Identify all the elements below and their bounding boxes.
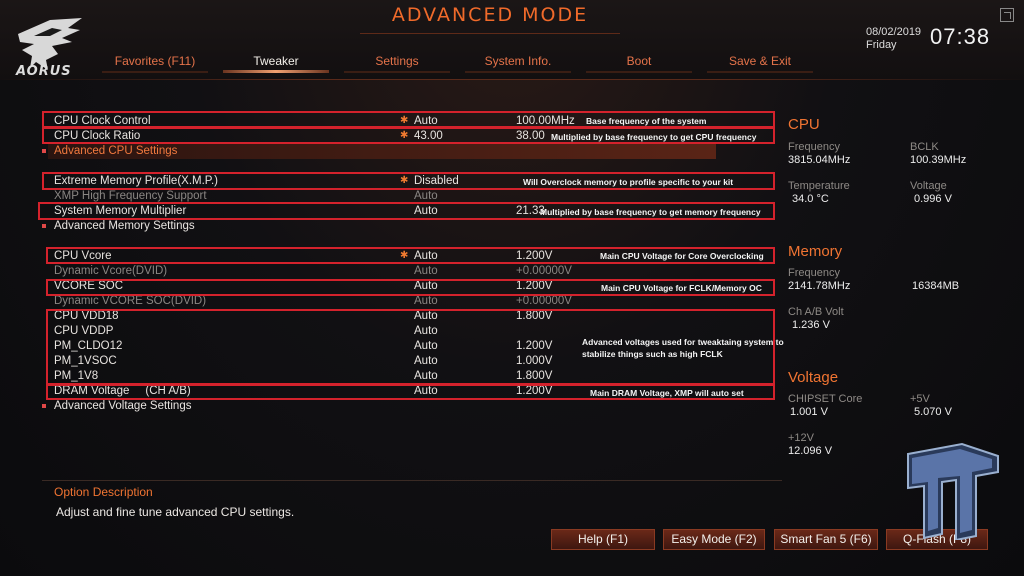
tweaktown-watermark-logo-icon [907,442,999,540]
submenu-advanced-voltage-settings[interactable]: Advanced Voltage Settings [40,399,780,414]
cpu-section-title: CPU [788,116,820,133]
submenu-label: Advanced CPU Settings [54,145,178,157]
smart-fan-button[interactable]: Smart Fan 5 (F6) [774,529,878,550]
mode-title: ADVANCED MODE [391,4,589,26]
setting-current: +0.00000V [516,265,572,277]
easy-mode-button[interactable]: Easy Mode (F2) [663,529,765,550]
exit-fullscreen-icon[interactable] [1000,8,1014,22]
annotation-note: Main CPU Voltage for Core Overclocking [600,251,764,261]
memory-frequency-value: 2141.78MHz [788,280,851,292]
chipset-core-label: CHIPSET Core [788,393,863,405]
tab-save-exit[interactable]: Save & Exit [705,52,815,74]
setting-row-dynamic-vcore-soc: Dynamic VCORE SOC(DVID) Auto +0.00000V [40,294,780,309]
tab-favorites[interactable]: Favorites (F11) [100,52,210,74]
submenu-advanced-cpu-settings[interactable]: Advanced CPU Settings [40,144,780,159]
p12v-value: 12.096 V [788,445,833,457]
bclk-value: 100.39MHz [910,154,967,166]
cpu-frequency-label: Frequency [788,141,840,153]
setting-current: +0.00000V [516,295,572,307]
p12v-label: +12V [788,432,814,444]
annotation-note: Advanced voltages used for tweaktaing sy… [582,337,784,347]
setting-value: Auto [414,295,438,307]
bclk-label: BCLK [910,141,939,153]
help-button[interactable]: Help (F1) [551,529,655,550]
submenu-label: Advanced Memory Settings [54,220,195,232]
annotation-note: stabilize things such as high FCLK [582,349,723,359]
cpu-voltage-value: 0.996 V [914,193,952,205]
memory-ch-volt-value: 1.236 V [792,319,830,331]
annotation-note: Base frequency of the system [586,116,707,126]
p5v-value: 5.070 V [914,406,952,418]
memory-ch-volt-label: Ch A/B Volt [788,306,844,318]
annotation-note: Multiplied by base frequency to get CPU … [551,132,757,142]
option-description-title: Option Description [54,485,153,499]
annotation-note: Will Overclock memory to profile specifi… [523,177,734,187]
p5v-label: +5V [910,393,930,405]
memory-frequency-label: Frequency [788,267,840,279]
bullet-icon [42,149,46,153]
option-description-text: Adjust and fine tune advanced CPU settin… [56,505,295,519]
tab-bar: Favorites (F11) Tweaker Settings System … [100,52,820,74]
submenu-advanced-memory-settings[interactable]: Advanced Memory Settings [40,219,780,234]
annotation-note: Multiplied by base frequency to get memo… [540,207,761,217]
annotation-note: Main DRAM Voltage, XMP will auto set [590,388,744,398]
tab-system-info[interactable]: System Info. [463,52,573,74]
date-text: 08/02/2019 [866,26,922,38]
memory-size-value: 16384MB [912,280,960,292]
bullet-icon [42,224,46,228]
tab-settings[interactable]: Settings [342,52,452,74]
tab-tweaker[interactable]: Tweaker [221,52,331,74]
bullet-icon [42,404,46,408]
cpu-temperature-value: 34.0 °C [792,193,829,205]
chipset-core-value: 1.001 V [790,406,828,418]
cpu-temperature-label: Temperature [788,180,850,192]
tab-boot[interactable]: Boot [584,52,694,74]
setting-name: Dynamic VCORE SOC(DVID) [54,295,207,307]
cpu-frequency-value: 3815.04MHz [788,154,851,166]
aorus-logo-text: AORUS [16,64,72,79]
day-text: Friday [866,39,897,51]
annotation-note: Main CPU Voltage for FCLK/Memory OC [601,283,762,293]
cpu-voltage-label: Voltage [910,180,947,192]
voltage-section-title: Voltage [788,369,839,386]
hardware-monitor-panel: CPU Frequency 3815.04MHz BCLK 100.39MHz … [788,110,1018,470]
clock-time: 07:38 [930,24,991,49]
setting-row-dynamic-vcore: Dynamic Vcore(DVID) Auto +0.00000V [40,264,780,279]
setting-value: Auto [414,265,438,277]
date-display: 08/02/2019 Friday [866,26,921,52]
setting-name: Dynamic Vcore(DVID) [54,265,168,277]
submenu-label: Advanced Voltage Settings [54,400,192,412]
memory-section-title: Memory [788,243,843,260]
